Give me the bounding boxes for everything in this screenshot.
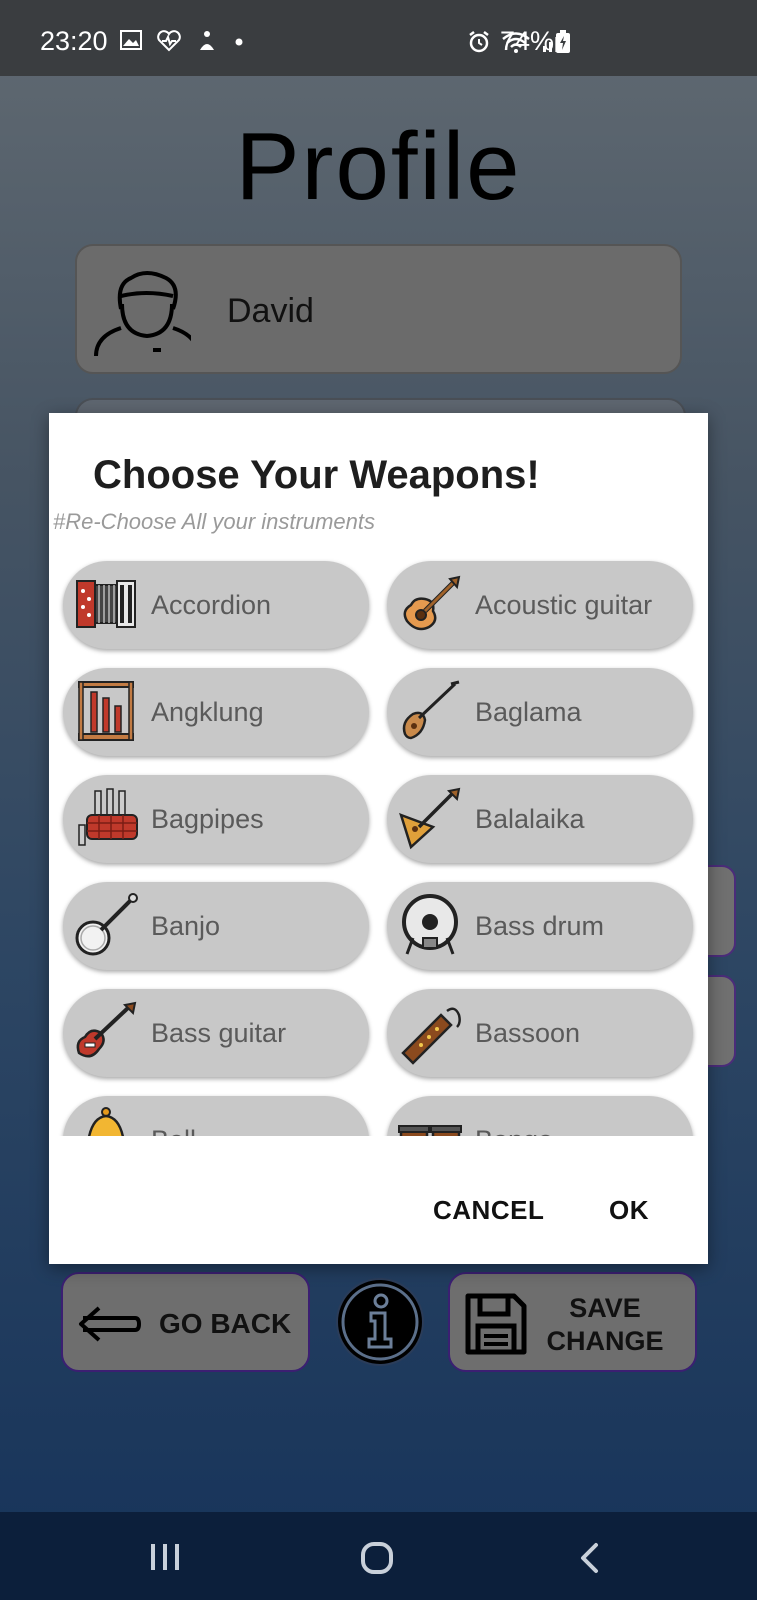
bass-drum-icon	[402, 894, 458, 955]
home-icon[interactable]	[360, 1542, 394, 1574]
instrument-dialog: Choose Your Weapons! #Re-Choose All your…	[49, 413, 708, 1264]
go-back-label: GO BACK	[159, 1308, 292, 1339]
instrument-label: Balalaika	[475, 804, 585, 834]
go-back-button[interactable]: GO BACK	[61, 1272, 310, 1372]
navigation-bar	[0, 1512, 757, 1600]
instrument-label: Acoustic guitar	[475, 590, 653, 620]
instrument-chip-accordion[interactable]: Accordion	[63, 561, 369, 649]
ok-button[interactable]: OK	[609, 1195, 649, 1226]
notification-icons	[120, 30, 246, 52]
instrument-chip-banjo[interactable]: Banjo	[63, 882, 369, 970]
bell-icon	[88, 1107, 124, 1136]
back-nav-icon[interactable]	[578, 1542, 600, 1574]
battery-icon	[556, 30, 570, 53]
instrument-label: Baglama	[475, 697, 582, 727]
user-name: David	[227, 292, 314, 330]
instrument-chip-bongo[interactable]: Bongo	[387, 1096, 693, 1136]
gallery-icon	[120, 30, 142, 50]
dialog-subtitle: #Re-Choose All your instruments	[53, 509, 375, 534]
instrument-chip-bass-drum[interactable]: Bass drum	[387, 882, 693, 970]
instrument-chip-bagpipes[interactable]: Bagpipes	[63, 775, 369, 863]
instrument-label: Bongo	[475, 1125, 553, 1136]
bassoon-icon	[401, 1007, 461, 1065]
instrument-chip-baglama[interactable]: Baglama	[387, 668, 693, 756]
instrument-chip-bassoon[interactable]: Bassoon	[387, 989, 693, 1077]
alarm-icon	[469, 31, 489, 53]
instrument-chip-angklung[interactable]: Angklung	[63, 668, 369, 756]
arrow-left-icon	[79, 1306, 141, 1342]
info-button-icon[interactable]	[335, 1277, 425, 1367]
instrument-grid[interactable]: Accordion Acoustic guitar Angklung Bagla…	[49, 549, 708, 1136]
instrument-label: Angklung	[151, 697, 264, 727]
user-avatar-icon	[94, 271, 191, 357]
acoustic-guitar-icon	[403, 575, 461, 631]
dialog-title: Choose Your Weapons!	[93, 453, 540, 497]
instrument-label: Banjo	[151, 911, 221, 941]
battery-percent: 74%	[500, 26, 555, 56]
bass-guitar-icon	[76, 1001, 137, 1058]
instrument-chip-acoustic-guitar[interactable]: Acoustic guitar	[387, 561, 693, 649]
banjo-icon	[75, 893, 138, 956]
bagpipes-icon	[78, 788, 138, 846]
angklung-icon	[78, 681, 134, 741]
instrument-chip-bell[interactable]: Bell	[63, 1096, 369, 1136]
page-title: Profile	[235, 113, 522, 220]
meditation-icon	[200, 31, 214, 50]
balalaika-icon	[399, 787, 461, 850]
save-change-label: SAVE CHANGE	[546, 1293, 664, 1356]
instrument-label: Accordion	[151, 590, 272, 620]
instrument-chip-bass-guitar[interactable]: Bass guitar	[63, 989, 369, 1077]
instrument-label: Bassoon	[475, 1018, 581, 1048]
status-bar: 23:20 74%	[0, 0, 757, 76]
cancel-button[interactable]: CANCEL	[433, 1195, 544, 1226]
instrument-label: Bass drum	[475, 911, 605, 941]
instrument-label: Bagpipes	[151, 804, 264, 834]
instrument-label: Bell	[151, 1125, 196, 1136]
recent-apps-icon[interactable]	[148, 1542, 182, 1572]
save-change-button[interactable]: SAVE CHANGE	[448, 1272, 697, 1372]
instrument-label: Bass guitar	[151, 1018, 287, 1048]
accordion-icon	[76, 580, 136, 628]
baglama-icon	[402, 680, 460, 740]
status-time: 23:20	[40, 26, 108, 56]
instrument-chip-balalaika[interactable]: Balalaika	[387, 775, 693, 863]
dot-icon	[235, 38, 243, 46]
health-icon	[157, 30, 181, 52]
bongo-icon	[398, 1125, 462, 1136]
floppy-disk-icon	[465, 1293, 527, 1355]
user-card[interactable]: David	[75, 244, 682, 374]
